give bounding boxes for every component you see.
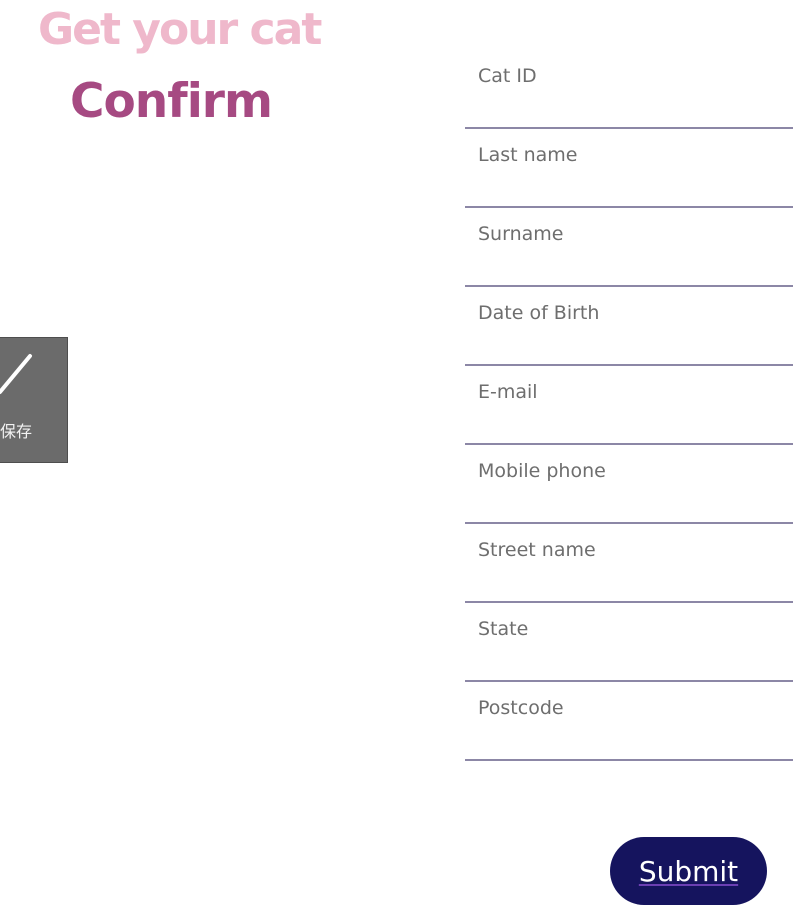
street-name-input[interactable] xyxy=(465,530,793,570)
field-mobile-phone xyxy=(465,447,793,524)
submit-label: Submit xyxy=(638,854,739,888)
field-surname xyxy=(465,210,793,287)
page-tagline: Get your cat xyxy=(38,4,322,55)
field-date-of-birth xyxy=(465,289,793,366)
save-widget[interactable]: 保存 xyxy=(0,337,68,463)
email-input[interactable] xyxy=(465,372,793,412)
cat-id-input[interactable] xyxy=(465,56,793,96)
field-last-name xyxy=(465,131,793,208)
surname-input[interactable] xyxy=(465,214,793,254)
state-input[interactable] xyxy=(465,609,793,649)
page: Get your cat Confirm 保存 Cat ID Last name… xyxy=(0,0,793,924)
mobile-phone-input[interactable] xyxy=(465,451,793,491)
postcode-input[interactable] xyxy=(465,688,793,728)
field-postcode xyxy=(465,684,793,761)
field-email xyxy=(465,368,793,445)
date-of-birth-input[interactable] xyxy=(465,293,793,333)
last-name-input[interactable] xyxy=(465,135,793,175)
slash-icon xyxy=(0,354,32,394)
cat-confirm-form xyxy=(465,52,793,763)
field-state xyxy=(465,605,793,682)
save-label: 保存 xyxy=(0,422,33,441)
page-title: Confirm xyxy=(70,74,273,129)
field-street-name xyxy=(465,526,793,603)
field-cat-id xyxy=(465,52,793,129)
submit-button[interactable]: Submit xyxy=(610,837,767,905)
